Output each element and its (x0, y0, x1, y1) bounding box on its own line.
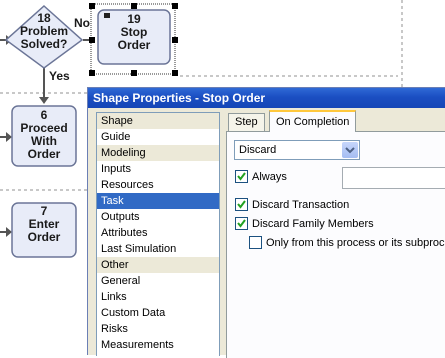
proceed-text: 6 Proceed With Order (12, 109, 76, 161)
nav-item-custom-data[interactable]: Custom Data (97, 305, 219, 321)
tab-panel-on-completion: Discard Always Discard Transaction Disca… (226, 131, 445, 358)
resize-handle[interactable] (172, 3, 178, 9)
discard-transaction-label: Discard Transaction (252, 199, 350, 211)
nav-item-guide[interactable]: Guide (97, 129, 219, 145)
resize-handle[interactable] (172, 70, 178, 76)
dropdown-button[interactable] (342, 142, 358, 158)
resize-handle[interactable] (131, 3, 137, 9)
only-from-process-row[interactable]: Only from this process or its subproce (249, 236, 445, 250)
always-label: Always (252, 171, 287, 183)
resize-handle[interactable] (89, 3, 95, 9)
check-icon (237, 200, 246, 209)
nav-item-task[interactable]: Task (97, 193, 219, 209)
nav-item-general[interactable]: General (97, 273, 219, 289)
nav-item-outputs[interactable]: Outputs (97, 209, 219, 225)
dropdown-value: Discard (239, 144, 277, 156)
nav-item-links[interactable]: Links (97, 289, 219, 305)
always-checkbox[interactable] (235, 170, 248, 183)
edge-label-yes: Yes (49, 69, 70, 83)
nav-item-resources[interactable]: Resources (97, 177, 219, 193)
always-value-field[interactable] (342, 167, 445, 189)
only-from-process-label: Only from this process or its subproce (266, 237, 445, 249)
arrowhead (39, 97, 49, 104)
nav-item-attributes[interactable]: Attributes (97, 225, 219, 241)
stop-order-text: 19 Stop Order (98, 13, 170, 52)
shape-properties-dialog: Shape Properties - Stop Order Shape Guide… (87, 87, 445, 358)
discard-transaction-checkbox[interactable] (235, 198, 248, 211)
edge-label-no: No (74, 16, 90, 30)
nav-header-shape: Shape (97, 113, 219, 129)
resize-handle[interactable] (89, 70, 95, 76)
nav-item-inputs[interactable]: Inputs (97, 161, 219, 177)
tab-step[interactable]: Step (228, 113, 265, 131)
resize-handle[interactable] (172, 37, 178, 43)
resize-handle[interactable] (131, 70, 137, 76)
shape-label-line: Order (27, 230, 61, 244)
shape-label-line: Solved? (20, 37, 68, 51)
enter-order-text: 7 Enter Order (12, 205, 76, 244)
shape-label-line: Order (117, 38, 151, 52)
properties-nav-list[interactable]: Shape Guide Modeling Inputs Resources Task Out… (96, 112, 220, 356)
nav-header-modeling: Modeling (97, 145, 219, 161)
resize-handle[interactable] (89, 37, 95, 43)
shape-label-line: Order (27, 147, 61, 161)
completion-action-dropdown[interactable]: Discard (234, 140, 360, 160)
only-from-process-checkbox[interactable] (249, 236, 262, 249)
discard-transaction-row[interactable]: Discard Transaction (235, 198, 435, 212)
discard-family-checkbox[interactable] (235, 217, 248, 230)
discard-family-row[interactable]: Discard Family Members (235, 217, 435, 231)
chevron-down-icon (345, 147, 355, 154)
check-icon (237, 172, 246, 181)
nav-item-measurements[interactable]: Measurements (97, 337, 219, 353)
nav-item-last-simulation[interactable]: Last Simulation (97, 241, 219, 257)
tab-on-completion[interactable]: On Completion (269, 110, 357, 132)
discard-family-label: Discard Family Members (252, 218, 374, 230)
dialog-titlebar[interactable]: Shape Properties - Stop Order (88, 88, 445, 108)
always-checkbox-row[interactable]: Always (235, 170, 325, 184)
nav-header-other: Other (97, 257, 219, 273)
decision-text: 18 Problem Solved? (14, 12, 74, 51)
check-icon (237, 219, 246, 228)
dialog-title: Shape Properties - Stop Order (93, 91, 266, 105)
nav-item-risks[interactable]: Risks (97, 321, 219, 337)
